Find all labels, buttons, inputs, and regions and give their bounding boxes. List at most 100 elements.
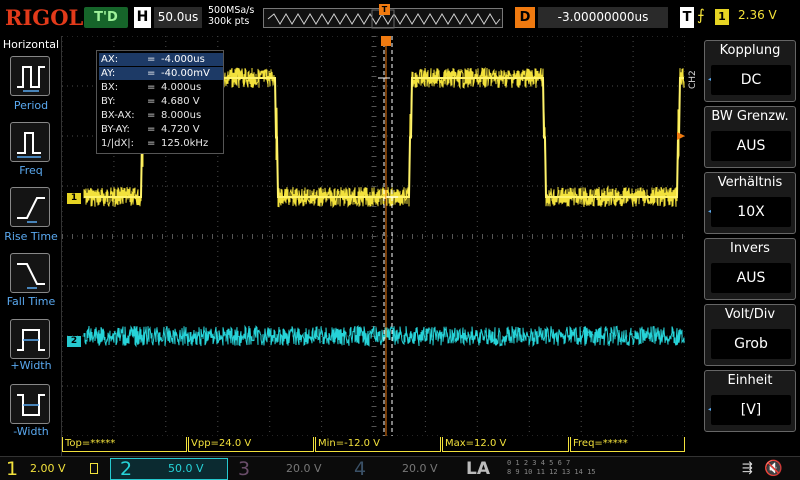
period-icon: [17, 66, 45, 92]
rise-time-button[interactable]: [10, 187, 50, 227]
menu-probe-ratio-title: Verhältnis: [717, 175, 783, 190]
menu-coupling[interactable]: Kopplung ◀ DC: [704, 40, 796, 102]
trigger-time-marker: [381, 36, 391, 46]
trigger-position-marker: T: [379, 4, 390, 15]
cursor-readout-equals: =: [147, 138, 156, 149]
horizontal-label: H: [134, 7, 151, 28]
cursor-readout-equals: =: [147, 110, 156, 121]
cursor-readout-row: AY: = -40.00mV: [99, 67, 223, 80]
cursor-readout-key: BY-AY:: [101, 124, 130, 135]
memory-depth: 300k pts: [208, 16, 250, 27]
menu-probe-ratio[interactable]: Verhältnis ◀ 10X: [704, 172, 796, 234]
rise-time-label: Rise Time: [4, 230, 58, 243]
ch2-waveform: [83, 324, 685, 348]
menu-bw-limit-title: BW Grenzw.: [711, 109, 789, 124]
rising-edge-icon: ⨍: [697, 6, 705, 24]
usb-icon: ⇶: [742, 461, 753, 476]
cursor-readout-value: 125.0kHz: [161, 138, 209, 149]
ch1-number[interactable]: 1: [6, 458, 18, 480]
ch4-scale[interactable]: 20.0 V: [402, 462, 438, 475]
cursor-readout-value: 4.000us: [161, 82, 202, 93]
frequency-button[interactable]: [10, 122, 50, 162]
cursor-readout-row: AX: = -4.000us: [99, 53, 223, 66]
menu-volt-div[interactable]: Volt/Div Grob: [704, 304, 796, 366]
channel-settings-menu: Kopplung ◀ DC BW Grenzw. AUS Verhältnis …: [700, 36, 800, 456]
period-label: Period: [13, 99, 49, 112]
sample-rate: 500MSa/s: [208, 5, 255, 16]
measurement-min[interactable]: Min=-12.0 V: [315, 437, 441, 452]
top-status-bar: RIGOL T'D H 50.0us 500MSa/s 300k pts T D…: [0, 0, 800, 36]
menu-bw-limit[interactable]: BW Grenzw. AUS: [704, 106, 796, 168]
cursor-readout-equals: =: [147, 68, 156, 79]
menu-volt-div-title: Volt/Div: [724, 307, 776, 322]
cursor-readout-value: 4.680 V: [161, 96, 200, 107]
ch1-offset-marker[interactable]: 1: [67, 193, 81, 204]
measurement-vpp[interactable]: Vpp=24.0 V: [188, 437, 314, 452]
cursor-readout-value: 8.000us: [161, 110, 202, 121]
cursor-readout-key: BX-AX:: [101, 110, 135, 121]
cursor-readout-key: AX:: [101, 54, 119, 65]
trigger-level-marker: [677, 132, 685, 140]
cursor-readout-equals: =: [147, 82, 156, 93]
menu-unit-value: [V]: [711, 395, 791, 425]
cursor-readout-panel: AX: = -4.000us AY: = -40.00mV BX: = 4.000us BY: = 4…: [96, 50, 224, 154]
trigger-level-value[interactable]: 2.36 V: [738, 8, 777, 22]
menu-invert-value: AUS: [711, 263, 791, 293]
ch3-number[interactable]: 3: [238, 458, 250, 480]
logic-analyzer-label[interactable]: LA: [466, 459, 490, 479]
cursor-readout-equals: =: [147, 96, 156, 107]
positive-width-icon: [17, 329, 45, 351]
menu-probe-ratio-value: 10X: [711, 197, 791, 227]
menu-invert-title: Invers: [730, 241, 770, 256]
la-channels-row-1: 0 1 2 3 4 5 6 7: [507, 459, 571, 467]
run-status-badge[interactable]: T'D: [84, 7, 128, 28]
cursor-readout-row: 1/|dX|: = 125.0kHz: [99, 137, 223, 150]
measurement-freq[interactable]: Freq=*****: [570, 437, 685, 452]
ch2-offset-marker[interactable]: 2: [67, 336, 81, 347]
cursor-readout-value: -4.000us: [161, 54, 205, 65]
cursor-readout-row: BY: = 4.680 V: [99, 95, 223, 108]
channel-status-bar: 1 2.00 V 2 50.0 V 3 20.0 V 4 20.0 V LA 0…: [0, 456, 800, 480]
cursor-readout-key: 1/|dX|:: [101, 138, 135, 149]
ch2-scale[interactable]: 50.0 V: [168, 462, 204, 475]
positive-width-button[interactable]: [10, 319, 50, 359]
negative-width-label: -Width: [13, 425, 49, 438]
cursor-readout-row: BY-AY: = 4.720 V: [99, 123, 223, 136]
menu-invert[interactable]: Invers AUS: [704, 238, 796, 300]
fall-time-icon: [17, 263, 45, 289]
cursor-readout-key: BX:: [101, 82, 119, 93]
cursor-readout-value: -40.00mV: [161, 68, 210, 79]
menu-coupling-value: DC: [711, 65, 791, 95]
trigger-source-badge[interactable]: 1: [715, 9, 729, 25]
positive-width-label: +Width: [10, 359, 52, 372]
menu-bw-limit-value: AUS: [711, 131, 791, 161]
ch1-coupling-icon: [90, 463, 98, 474]
trigger-label: T: [680, 7, 694, 28]
speaker-muted-icon[interactable]: 🔇: [764, 459, 783, 477]
panel-title: Horizontal: [2, 38, 60, 51]
rigol-logo: RIGOL: [5, 5, 84, 30]
fall-time-button[interactable]: [10, 253, 50, 293]
ch2-number[interactable]: 2: [120, 458, 132, 480]
rise-time-icon: [17, 197, 45, 223]
la-channels-row-2: 8 9 10 11 12 13 14 15: [507, 468, 596, 476]
cursor-readout-equals: =: [147, 124, 156, 135]
menu-coupling-title: Kopplung: [719, 43, 781, 58]
delay-label: D: [515, 7, 535, 28]
measurement-top[interactable]: Top=*****: [62, 437, 187, 452]
acquisition-info: 500MSa/s 300k pts: [208, 5, 254, 27]
period-button[interactable]: [10, 56, 50, 96]
fall-time-label: Fall Time: [6, 295, 56, 308]
ch3-scale[interactable]: 20.0 V: [286, 462, 322, 475]
menu-unit-title: Einheit: [727, 373, 773, 388]
menu-unit[interactable]: Einheit ◀ [V]: [704, 370, 796, 432]
negative-width-button[interactable]: [10, 384, 50, 424]
negative-width-icon: [17, 394, 45, 416]
measurement-max[interactable]: Max=12.0 V: [442, 437, 569, 452]
cursor-readout-value: 4.720 V: [161, 124, 200, 135]
cursor-readout-row: BX-AX: = 8.000us: [99, 109, 223, 122]
timebase-value[interactable]: 50.0us: [154, 7, 202, 28]
delay-value[interactable]: -3.00000000us: [538, 7, 668, 28]
ch4-number[interactable]: 4: [354, 458, 366, 480]
ch1-scale[interactable]: 2.00 V: [30, 462, 66, 475]
